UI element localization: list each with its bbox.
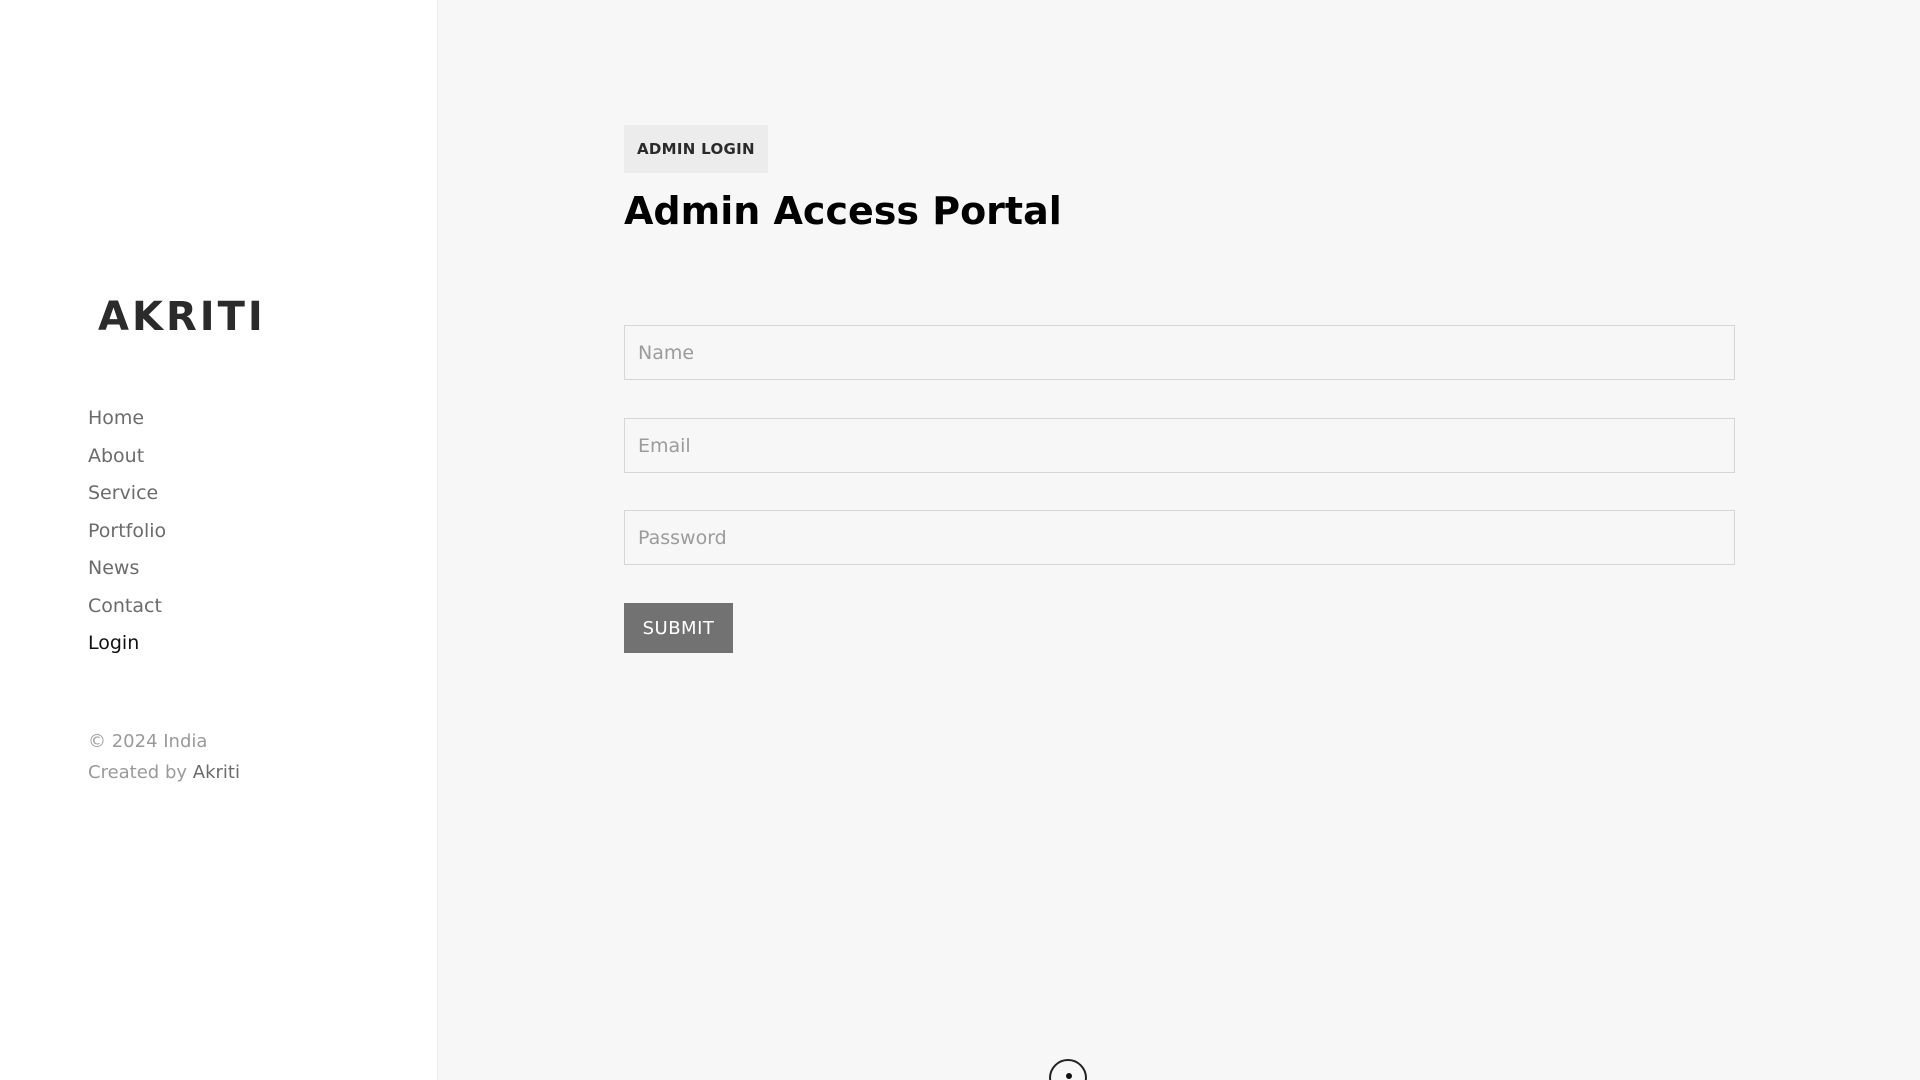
nav-link-portfolio[interactable]: Portfolio [88, 520, 166, 542]
created-by-prefix: Created by [88, 762, 193, 783]
section-badge: ADMIN LOGIN [624, 125, 768, 173]
nav-link-login[interactable]: Login [88, 632, 139, 654]
main-nav: Home About Service Portfolio News Contac… [88, 403, 166, 666]
nav-item-news: News [88, 553, 166, 591]
main-content: ADMIN LOGIN Admin Access Portal SUBMIT [439, 0, 1920, 1080]
brand-logo[interactable]: AKRITI [98, 292, 266, 342]
nav-item-portfolio: Portfolio [88, 516, 166, 554]
nav-link-service[interactable]: Service [88, 482, 158, 504]
created-by-link[interactable]: Akriti [193, 762, 240, 783]
sidebar: AKRITI Home About Service Portfolio News… [0, 0, 438, 1080]
scroll-dot [1066, 1073, 1072, 1079]
email-input[interactable] [624, 418, 1735, 473]
sidebar-footer: © 2024 India Created by Akriti [88, 726, 240, 788]
nav-item-contact: Contact [88, 591, 166, 629]
password-input[interactable] [624, 510, 1735, 565]
submit-button[interactable]: SUBMIT [624, 603, 733, 653]
nav-link-contact[interactable]: Contact [88, 595, 162, 617]
name-input[interactable] [624, 325, 1735, 380]
page: AKRITI Home About Service Portfolio News… [0, 0, 1920, 1080]
copyright-text: © 2024 India [88, 731, 208, 752]
nav-item-about: About [88, 441, 166, 479]
scroll-down-icon[interactable] [1049, 1059, 1087, 1080]
created-by-line: Created by Akriti [88, 757, 240, 788]
nav-item-login: Login [88, 628, 166, 666]
page-title: Admin Access Portal [624, 189, 1062, 233]
nav-link-home[interactable]: Home [88, 407, 144, 429]
nav-link-news[interactable]: News [88, 557, 139, 579]
nav-item-service: Service [88, 478, 166, 516]
nav-link-about[interactable]: About [88, 445, 144, 467]
nav-item-home: Home [88, 403, 166, 441]
